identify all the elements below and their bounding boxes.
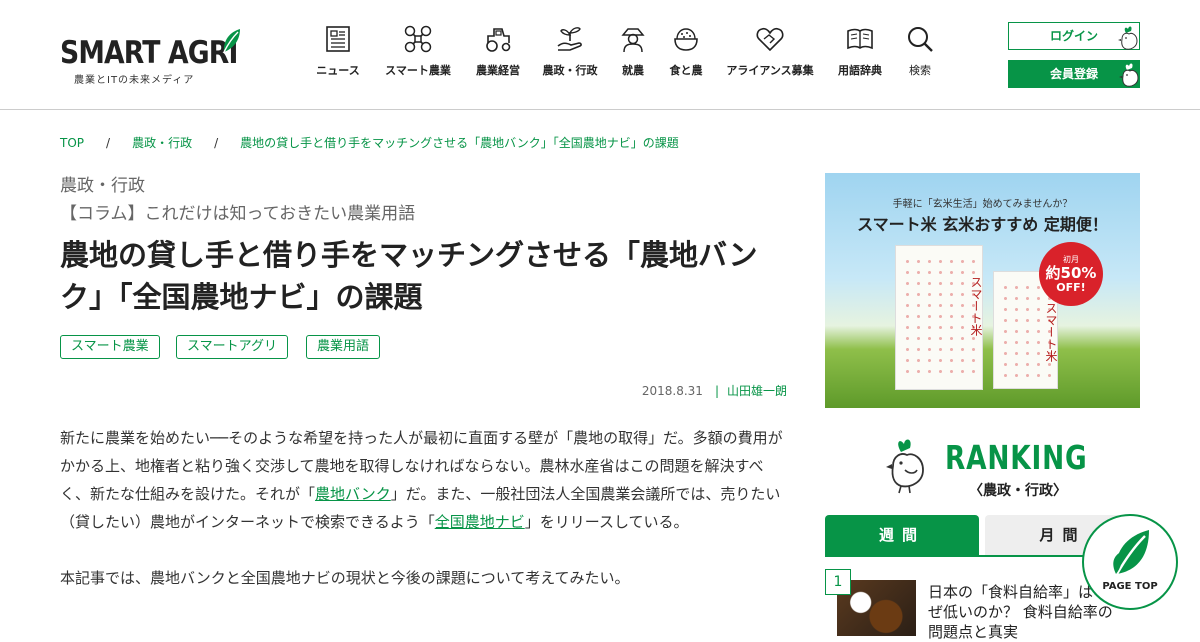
breadcrumb-current[interactable]: 農地の貸し手と借り手をマッチングさせる「農地バンク」「全国農地ナビ」の課題 <box>240 136 679 150</box>
farmer-icon <box>621 28 645 53</box>
nav-item-news[interactable]: ニュース <box>308 24 368 88</box>
ad-headline: スマート米 玄米おすすめ 定期便！ <box>857 215 1108 234</box>
page-top-button[interactable]: PAGE TOP <box>1082 514 1178 610</box>
register-button[interactable]: 会員登録 <box>1008 60 1140 88</box>
page-title: 農地の貸し手と借り手をマッチングさせる「農地バンク」「全国農地ナビ」の課題 <box>60 238 758 314</box>
site-logo[interactable]: SMART AGRI 農業とITの未来メディア <box>60 29 240 86</box>
sprout-hand-icon <box>557 27 582 51</box>
leaf-icon <box>1113 530 1149 575</box>
nav-label: 農業経営 <box>476 64 520 77</box>
nav-label: スマート農業 <box>385 64 451 77</box>
ranking-title: RANKING <box>945 438 1088 477</box>
ranking-header: RANKING 〈農政・行政〉 <box>825 432 1140 502</box>
nav-item-search[interactable]: 検索 <box>902 24 938 88</box>
breadcrumb-top[interactable]: TOP <box>60 136 84 150</box>
drone-icon <box>404 25 432 53</box>
nav-item-smart-agri[interactable]: スマート農業 <box>382 24 454 88</box>
rice-bag-label: スマート米 <box>1044 302 1058 362</box>
tractor-icon <box>486 28 511 52</box>
link-farmland-navi[interactable]: 全国農地ナビ <box>435 513 525 531</box>
nav-label: アライアンス募集 <box>726 64 814 77</box>
tab-weekly[interactable]: 週間 <box>825 515 979 556</box>
chick-mascot-icon <box>886 439 924 494</box>
book-icon <box>847 28 873 50</box>
nav-item-farming-start[interactable]: 就農 <box>616 24 650 88</box>
chick-icon <box>1119 63 1139 87</box>
ranking-number: 1 <box>825 569 851 595</box>
nav-label: 農政・行政 <box>542 64 598 77</box>
page-top-label: PAGE TOP <box>1102 581 1158 592</box>
nav-item-alliance[interactable]: アライアンス募集 <box>724 24 816 88</box>
tag-agri-terms[interactable]: 農業用語 <box>306 335 381 359</box>
breadcrumb: TOP / 農政・行政 / 農地の貸し手と借り手をマッチングさせる「農地バンク」「全国農… <box>60 134 679 151</box>
article-date: 2018.8.31 <box>641 384 703 398</box>
badge-text: 約50% <box>1045 264 1097 282</box>
nav-label: 検索 <box>909 64 931 77</box>
leaf-icon <box>223 29 240 53</box>
breadcrumb-separator: / <box>106 136 111 150</box>
rice-bag-image: スマート米 <box>895 245 983 390</box>
handshake-icon <box>756 27 784 52</box>
link-farmland-bank[interactable]: 農地バンク <box>315 485 391 503</box>
tag-smart-agri[interactable]: スマートアグリ <box>176 335 288 359</box>
ad-tagline: 手軽に「玄米生活」始めてみませんか？ <box>892 199 1073 210</box>
rice-bag-label: スマート米 <box>969 276 983 336</box>
article-meta: 2018.8.31 | 山田雄一朗 <box>642 382 787 399</box>
body-paragraph: 新たに農業を始めたい──そのような希望を持った人が最初に直面する壁が「農地の取得… <box>60 424 790 536</box>
newspaper-icon <box>326 26 350 52</box>
sidebar-ad-banner[interactable]: 手軽に「玄米生活」始めてみませんか？ スマート米 玄米おすすめ 定期便！ スマー… <box>825 173 1140 408</box>
chick-icon <box>1118 26 1138 50</box>
register-label: 会員登録 <box>1049 67 1098 81</box>
nav-item-management[interactable]: 農業経営 <box>470 24 526 88</box>
article-author[interactable]: 山田雄一朗 <box>727 384 787 398</box>
body-text: 」をリリースしている。 <box>524 513 689 531</box>
logo-tagline: 農業とITの未来メディア <box>74 75 195 86</box>
rice-bowl-icon <box>674 28 698 51</box>
body-paragraph: 本記事では、農地バンクと全国農地ナビの現状と今後の課題について考えてみたい。 <box>60 569 630 587</box>
login-label: ログイン <box>1049 29 1098 43</box>
logo-text: SMART AGRI <box>60 35 238 71</box>
nav-item-dictionary[interactable]: 用語辞典 <box>836 24 884 88</box>
search-icon <box>908 27 933 52</box>
nav-item-food[interactable]: 食と農 <box>666 24 706 88</box>
badge-text: OFF! <box>1056 281 1086 294</box>
article-body: 新たに農業を始めたい──そのような希望を持った人が最初に直面する壁が「農地の取得… <box>60 424 790 592</box>
ranking-subtitle: 〈農政・行政〉 <box>969 483 1067 499</box>
article-series: 【コラム】これだけは知っておきたい農業用語 <box>60 204 416 224</box>
tag-smart-farming[interactable]: スマート農業 <box>60 335 160 359</box>
breadcrumb-separator: / <box>214 136 219 150</box>
nav-label: ニュース <box>316 64 360 77</box>
nav-label: 就農 <box>622 64 644 77</box>
discount-badge: 初月 約50% OFF! <box>1039 242 1103 306</box>
article-category[interactable]: 農政・行政 <box>60 171 145 196</box>
meta-separator: | <box>714 384 719 398</box>
nav-label: 用語辞典 <box>838 64 882 77</box>
nav-label: 食と農 <box>669 64 703 77</box>
nav-item-policy[interactable]: 農政・行政 <box>540 24 600 88</box>
breadcrumb-category[interactable]: 農政・行政 <box>132 136 192 150</box>
site-header: SMART AGRI 農業とITの未来メディア ニュース スマート農業 農業経営… <box>0 0 1200 110</box>
login-button[interactable]: ログイン <box>1008 22 1140 50</box>
